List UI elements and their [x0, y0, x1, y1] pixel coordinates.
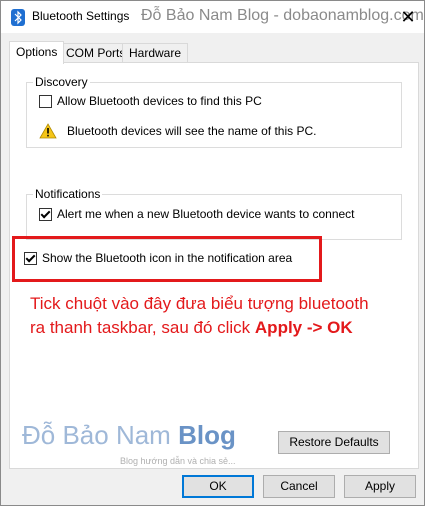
ok-button[interactable]: OK [182, 475, 254, 498]
cancel-button[interactable]: Cancel [263, 475, 335, 498]
notifications-group-label: Notifications [33, 187, 103, 201]
alert-connect-label: Alert me when a new Bluetooth device wan… [57, 207, 355, 221]
annotation-highlight-box [12, 236, 322, 282]
title-bar: Bluetooth Settings Đỗ Bảo Nam Blog - dob… [1, 1, 424, 33]
tab-strip: Options COM Ports Hardware [9, 41, 419, 64]
blog-watermark-logo: Đỗ Bảo Nam Blog [22, 420, 236, 451]
annotation-line-1: Tick chuột vào đây đưa biểu tượng blueto… [30, 294, 369, 313]
bluetooth-icon [11, 9, 25, 26]
allow-discovery-checkbox[interactable] [39, 94, 52, 108]
restore-defaults-button[interactable]: Restore Defaults [278, 431, 390, 454]
tab-hardware[interactable]: Hardware [122, 43, 189, 63]
window-title: Bluetooth Settings [32, 9, 130, 23]
discovery-group: Discovery Allow Bluetooth devices to fin… [26, 75, 402, 148]
allow-discovery-label: Allow Bluetooth devices to find this PC [57, 94, 262, 108]
close-button[interactable]: ✕ [396, 5, 420, 29]
discovery-group-label: Discovery [33, 75, 90, 89]
allow-discovery-row[interactable]: Allow Bluetooth devices to find this PC [39, 94, 262, 108]
alert-connect-row[interactable]: Alert me when a new Bluetooth device wan… [39, 207, 355, 221]
apply-button[interactable]: Apply [344, 475, 416, 498]
title-watermark: Đỗ Bảo Nam Blog - dobaonamblog.com [141, 7, 424, 24]
annotation-line-2: ra thanh taskbar, sau đó click Apply -> … [30, 316, 410, 340]
watermark-name: Đỗ Bảo Nam [22, 420, 171, 450]
notifications-group: Notifications Alert me when a new Blueto… [26, 187, 402, 240]
watermark-blog: Blog [178, 420, 236, 450]
watermark-tagline: Blog hướng dẫn và chia sẻ... [120, 456, 236, 466]
tab-options[interactable]: Options [9, 41, 65, 64]
annotation-line-2-prefix: ra thanh taskbar, sau đó click [30, 318, 255, 337]
warning-icon [39, 123, 57, 139]
annotation-line-2-bold: Apply -> OK [254, 318, 353, 337]
annotation-text: Tick chuột vào đây đưa biểu tượng blueto… [30, 292, 410, 340]
close-icon: ✕ [400, 7, 416, 27]
discovery-warning-text: Bluetooth devices will see the name of t… [67, 124, 317, 138]
discovery-warning: Bluetooth devices will see the name of t… [39, 123, 316, 139]
alert-connect-checkbox[interactable] [39, 207, 52, 221]
